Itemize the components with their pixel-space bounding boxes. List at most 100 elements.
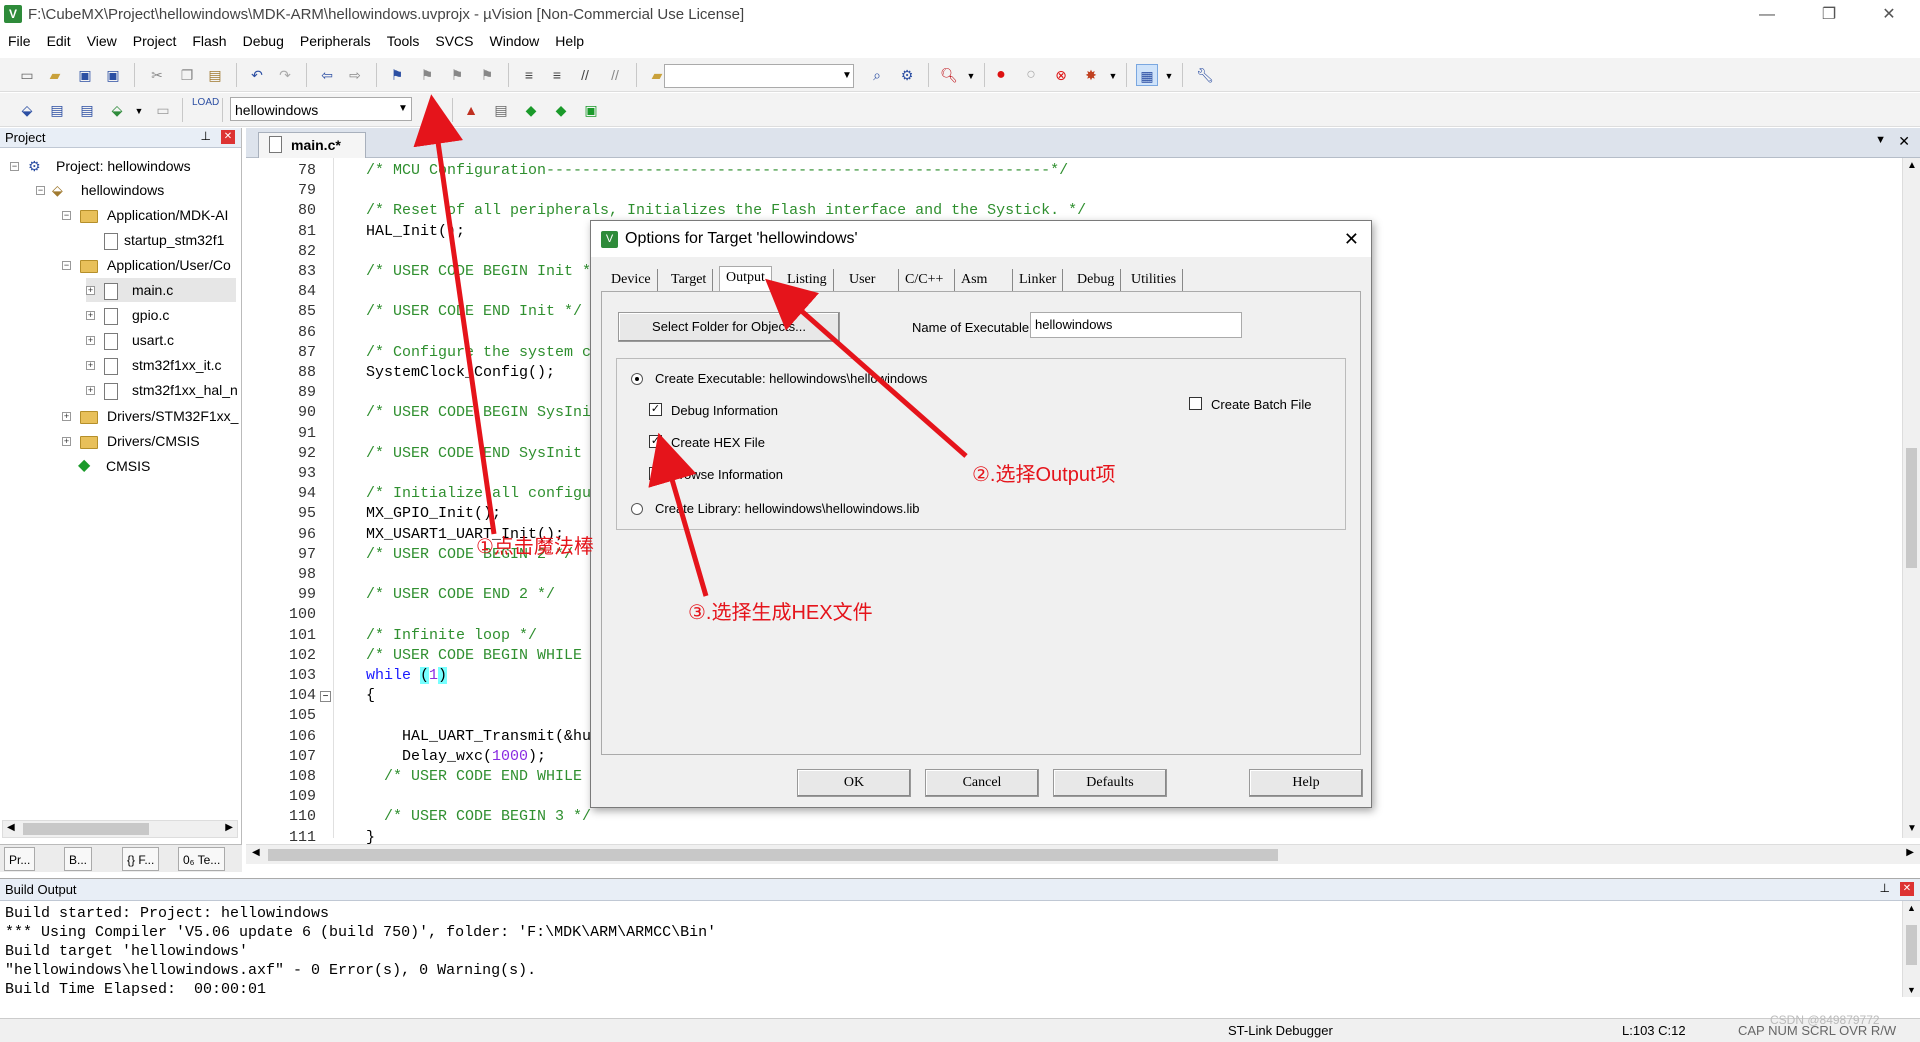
- tree-file-main[interactable]: + main.c: [86, 278, 236, 302]
- close-panel-icon[interactable]: ✕: [221, 130, 235, 144]
- name-exec-input[interactable]: hellowindows: [1030, 312, 1242, 338]
- collapse-icon[interactable]: −: [62, 261, 71, 270]
- redo-icon[interactable]: ↷: [274, 64, 296, 86]
- debug-dropdown-icon[interactable]: ▼: [960, 65, 982, 87]
- tab-debug[interactable]: Debug: [1071, 269, 1122, 291]
- stop-build-icon[interactable]: ▭: [152, 99, 174, 121]
- menu-peripherals[interactable]: Peripherals: [292, 30, 379, 54]
- nav-forward-icon[interactable]: ⇨: [344, 64, 366, 86]
- scroll-thumb[interactable]: [23, 823, 149, 835]
- help-button[interactable]: Help: [1249, 769, 1363, 797]
- target-select-dropdown-icon[interactable]: ▼: [392, 98, 414, 120]
- tab-asm[interactable]: Asm: [955, 269, 1013, 291]
- find-dropdown-icon[interactable]: ▼: [836, 65, 858, 87]
- breakpoint-kill-all-icon[interactable]: ✸: [1080, 64, 1102, 86]
- tree-file-startup[interactable]: startup_stm32f1: [104, 228, 224, 252]
- scroll-left-icon[interactable]: ◀: [252, 847, 260, 858]
- menu-file[interactable]: File: [0, 30, 39, 54]
- breakpoint-enable-icon[interactable]: ○: [1020, 64, 1042, 86]
- batch-build-dropdown-icon[interactable]: ▼: [128, 100, 150, 122]
- comment-icon[interactable]: //: [574, 64, 596, 86]
- tab-project[interactable]: Pr...: [4, 847, 36, 871]
- menu-svcs[interactable]: SVCS: [427, 30, 481, 54]
- incremental-find-icon[interactable]: ⚙: [896, 64, 918, 86]
- close-window-button[interactable]: ✕: [1866, 2, 1912, 28]
- restore-button[interactable]: ❐: [1806, 2, 1852, 28]
- editor-hscrollbar[interactable]: ◀ ▶: [246, 844, 1920, 864]
- nav-back-icon[interactable]: ⇦: [316, 64, 338, 86]
- expand-icon[interactable]: +: [62, 437, 71, 446]
- collapse-icon[interactable]: −: [10, 162, 19, 171]
- translate-icon[interactable]: ⬙: [16, 99, 38, 121]
- create-lib-radio[interactable]: [631, 503, 643, 515]
- manage-rte-icon[interactable]: ◆: [520, 99, 542, 121]
- bookmark-next-icon[interactable]: ⚑: [446, 64, 468, 86]
- expand-icon[interactable]: +: [86, 386, 95, 395]
- debug-info-checkbox[interactable]: ✓: [649, 403, 662, 416]
- pin-icon[interactable]: ⊥: [201, 129, 211, 143]
- find-icon[interactable]: ⌕: [866, 64, 888, 86]
- browse-info-checkbox[interactable]: ✓: [649, 467, 662, 480]
- build-output-vscrollbar[interactable]: ▲ ▼: [1902, 901, 1920, 997]
- expand-icon[interactable]: +: [86, 361, 95, 370]
- copy-icon[interactable]: ❐: [176, 64, 198, 86]
- manage-project-items-icon[interactable]: ▲: [460, 99, 482, 121]
- scroll-thumb[interactable]: [1906, 448, 1917, 568]
- scroll-up-icon[interactable]: ▲: [1907, 160, 1917, 171]
- ok-button[interactable]: OK: [797, 769, 911, 797]
- close-tab-icon[interactable]: ✕: [1898, 133, 1910, 150]
- expand-icon[interactable]: +: [86, 286, 95, 295]
- editor-vscrollbar[interactable]: ▲ ▼: [1902, 158, 1920, 838]
- cut-icon[interactable]: ✂: [146, 64, 168, 86]
- select-packs-icon[interactable]: ◆: [550, 99, 572, 121]
- save-icon[interactable]: ▣: [74, 64, 96, 86]
- pack-installer-icon[interactable]: ▣: [580, 99, 602, 121]
- tab-output[interactable]: Output: [719, 266, 772, 292]
- tab-linker[interactable]: Linker: [1013, 269, 1064, 291]
- expand-icon[interactable]: +: [86, 311, 95, 320]
- menu-project[interactable]: Project: [125, 30, 185, 54]
- tab-device[interactable]: Device: [605, 269, 658, 291]
- breakpoint-insert-icon[interactable]: ●: [990, 64, 1012, 86]
- uncomment-icon[interactable]: //: [604, 64, 626, 86]
- bookmark-prev-icon[interactable]: ⚑: [416, 64, 438, 86]
- tab-utilities[interactable]: Utilities: [1125, 269, 1184, 291]
- scroll-right-icon[interactable]: ▶: [1906, 847, 1914, 858]
- file-extensions-icon[interactable]: ▤: [490, 99, 512, 121]
- select-folder-button[interactable]: Select Folder for Objects...: [618, 312, 840, 342]
- breakpoint-disable-all-icon[interactable]: ⊗: [1050, 64, 1072, 86]
- tab-templates[interactable]: 0₆ Te...: [178, 847, 226, 871]
- menu-tools[interactable]: Tools: [379, 30, 428, 54]
- menu-view[interactable]: View: [79, 30, 125, 54]
- configure-wrench-icon[interactable]: 🔧︎: [1194, 64, 1216, 86]
- expand-icon[interactable]: +: [86, 336, 95, 345]
- scroll-up-icon[interactable]: ▲: [1907, 903, 1916, 913]
- tab-user[interactable]: User: [843, 269, 899, 291]
- scroll-down-icon[interactable]: ▼: [1907, 823, 1917, 834]
- project-hscrollbar[interactable]: ◀ ▶: [2, 820, 238, 838]
- create-hex-checkbox[interactable]: ✓: [649, 435, 662, 448]
- options-for-target-wand-icon[interactable]: ✨︎: [424, 99, 446, 121]
- menu-flash[interactable]: Flash: [184, 30, 234, 54]
- collapse-icon[interactable]: −: [62, 211, 71, 220]
- expand-icon[interactable]: +: [62, 412, 71, 421]
- tab-main-c[interactable]: main.c*: [258, 132, 366, 158]
- target-select[interactable]: hellowindows: [230, 97, 412, 121]
- bookmark-icon[interactable]: ⚑: [386, 64, 408, 86]
- tab-books[interactable]: B...: [64, 847, 93, 871]
- menu-window[interactable]: Window: [482, 30, 548, 54]
- rebuild-icon[interactable]: ▤: [76, 99, 98, 121]
- tab-listing[interactable]: Listing: [781, 269, 834, 291]
- cancel-button[interactable]: Cancel: [925, 769, 1039, 797]
- bookmark-clear-icon[interactable]: ⚑: [476, 64, 498, 86]
- scroll-down-icon[interactable]: ▼: [1907, 985, 1916, 995]
- scroll-right-icon[interactable]: ▶: [225, 822, 233, 833]
- unindent-icon[interactable]: ≡: [546, 64, 568, 86]
- paste-icon[interactable]: ▤: [204, 64, 226, 86]
- menu-debug[interactable]: Debug: [235, 30, 292, 54]
- pin-icon[interactable]: ⊥: [1880, 881, 1890, 895]
- new-file-icon[interactable]: ▭: [16, 64, 38, 86]
- dialog-close-icon[interactable]: ✕: [1344, 221, 1359, 257]
- find-combobox[interactable]: [664, 64, 854, 88]
- create-batch-checkbox[interactable]: [1189, 397, 1202, 410]
